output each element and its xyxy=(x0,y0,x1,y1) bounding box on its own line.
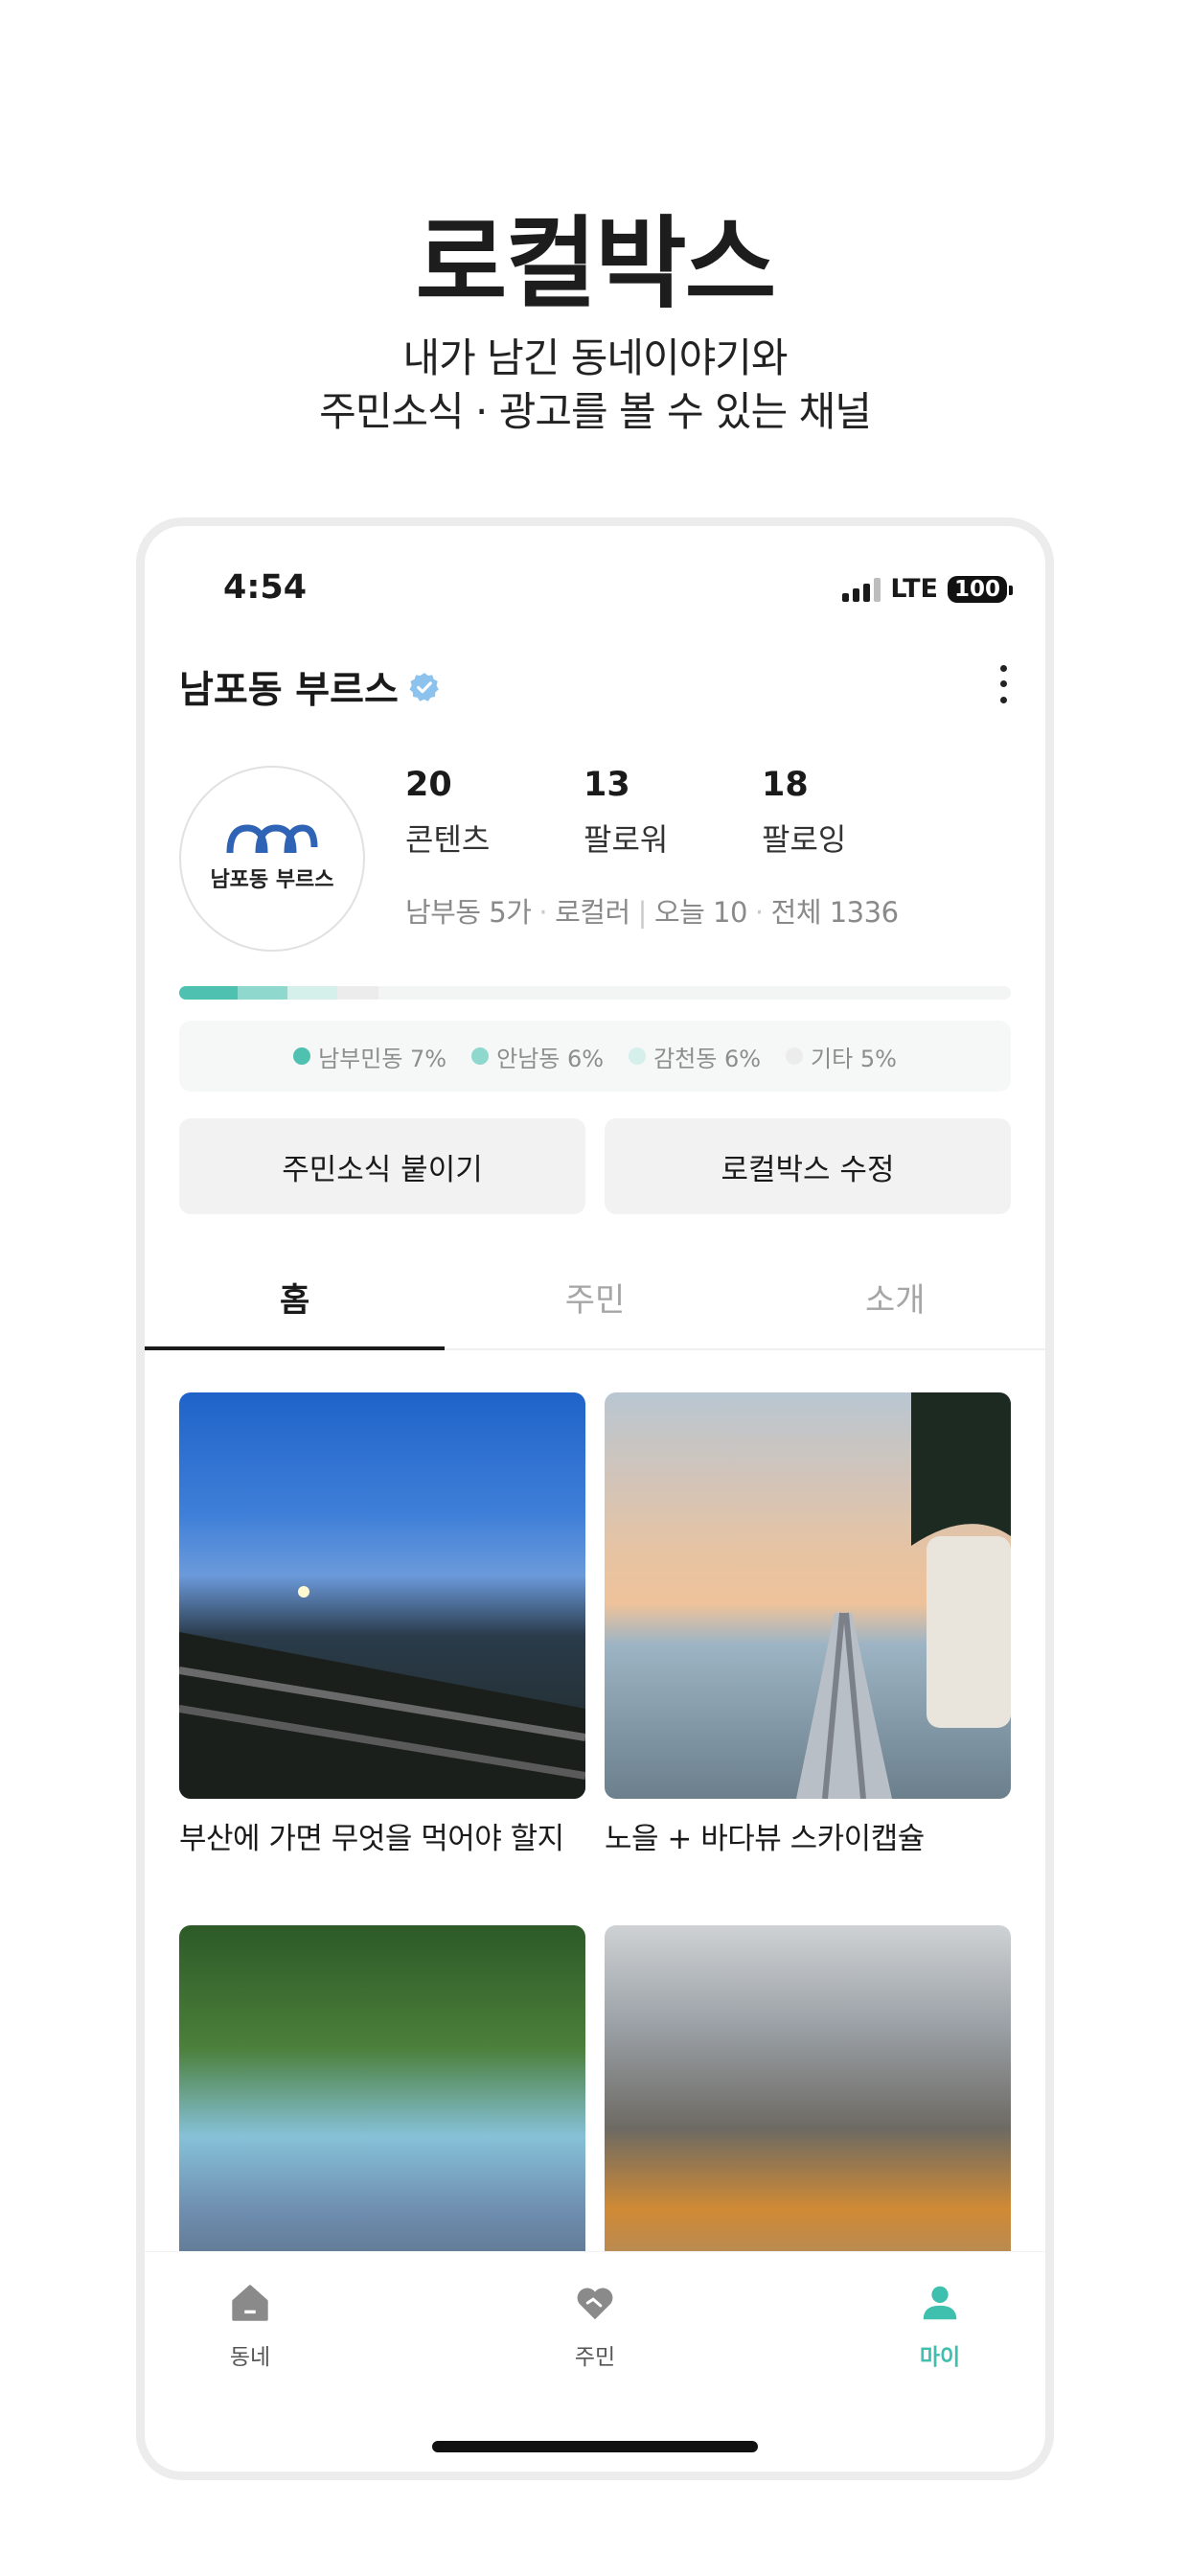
post-caption: 노을 + 바다뷰 스카이캡슐 xyxy=(605,1822,925,1856)
person-icon xyxy=(923,2286,957,2320)
legend-item: 안남동 6% xyxy=(471,1040,604,1073)
stat-label: 팔로잉 xyxy=(762,821,847,858)
tab-home[interactable]: 홈 xyxy=(145,1245,446,1350)
neighborhood-distribution-legend: 남부민동 7% 안남동 6% 감천동 6% 기타 5% xyxy=(179,1021,1011,1092)
network-label: LTE xyxy=(890,574,938,604)
distribution-segment xyxy=(336,986,379,1000)
stat-value: 18 xyxy=(762,766,809,804)
avatar-logo-text: 남포동 부르스 xyxy=(210,868,334,892)
post-card[interactable]: 부산에 가면 무엇을 먹어야 할지 xyxy=(179,1392,585,1857)
hero-subtitle-line2: 주민소식 · 광고를 볼 수 있는 채널 xyxy=(319,388,872,435)
stat-label: 콘텐츠 xyxy=(405,821,491,858)
legend-dot-icon xyxy=(293,1047,311,1065)
phone-frame: 4:54 LTE 100 남포동 부르스 남포동 부르스 20 콘텐츠 13 팔… xyxy=(136,518,1054,2480)
post-card[interactable]: 노을 + 바다뷰 스카이캡슐 xyxy=(605,1392,1011,1857)
legend-label: 안남동 6% xyxy=(496,1045,605,1072)
profile-tabs: 홈 주민 소개 xyxy=(145,1245,1045,1350)
hero-title: 로컬박스 xyxy=(415,205,777,322)
meta-today: 오늘 10 xyxy=(653,896,747,929)
legend-dot-icon xyxy=(471,1047,490,1065)
status-time: 4:54 xyxy=(223,568,308,607)
nav-label: 동네 xyxy=(229,2345,271,2370)
distribution-segment xyxy=(237,986,287,1000)
status-bar: 4:54 LTE 100 xyxy=(145,568,1045,616)
legend-label: 기타 5% xyxy=(811,1045,897,1072)
legend-label: 남부민동 7% xyxy=(318,1045,447,1072)
edit-localbox-button[interactable]: 로컬박스 수정 xyxy=(605,1118,1011,1214)
legend-dot-icon xyxy=(786,1047,804,1065)
stat-following[interactable]: 18 팔로잉 xyxy=(762,766,940,860)
stat-followers[interactable]: 13 팔로워 xyxy=(584,766,762,860)
wave-logo-icon xyxy=(226,824,318,854)
legend-label: 감천동 6% xyxy=(653,1045,762,1072)
tab-residents[interactable]: 주민 xyxy=(445,1245,744,1348)
signal-icon xyxy=(842,577,881,602)
stat-value: 13 xyxy=(584,766,630,804)
post-image xyxy=(605,1392,1011,1799)
nav-neighborhood[interactable]: 동네 xyxy=(193,2281,308,2371)
stat-value: 20 xyxy=(405,766,452,804)
legend-item: 감천동 6% xyxy=(629,1040,761,1073)
tab-about[interactable]: 소개 xyxy=(745,1245,1045,1348)
neighborhood-distribution-bar xyxy=(179,986,1011,1000)
avatar[interactable]: 남포동 부르스 xyxy=(179,766,365,952)
post-news-button[interactable]: 주민소식 붙이기 xyxy=(179,1118,585,1214)
legend-dot-icon xyxy=(629,1047,647,1065)
profile-name: 남포동 부르스 xyxy=(179,660,441,714)
nav-residents[interactable]: 주민 xyxy=(538,2281,652,2371)
meta-total: 전체 1336 xyxy=(770,896,899,929)
bottom-navigation: 동네 주민 마이 xyxy=(145,2251,1045,2472)
home-icon xyxy=(232,2285,268,2321)
nav-my[interactable]: 마이 xyxy=(882,2281,997,2371)
battery-icon: 100 xyxy=(947,575,1014,603)
more-options-icon[interactable] xyxy=(994,660,1013,708)
stat-label: 팔로워 xyxy=(584,821,669,858)
post-caption: 부산에 가면 무엇을 먹어야 할지 xyxy=(179,1822,564,1856)
legend-item: 기타 5% xyxy=(786,1040,897,1073)
stat-contents[interactable]: 20 콘텐츠 xyxy=(405,766,584,860)
meta-role: 로컬러 xyxy=(555,896,630,929)
nav-label: 마이 xyxy=(919,2345,961,2370)
nav-label: 주민 xyxy=(574,2345,616,2370)
distribution-segment xyxy=(286,986,337,1000)
verified-badge-icon xyxy=(409,673,439,702)
post-image xyxy=(179,1392,585,1799)
legend-item: 남부민동 7% xyxy=(293,1040,446,1073)
profile-name-text: 남포동 부르스 xyxy=(179,669,399,712)
profile-meta: 남부동 5가 · 로컬러 | 오늘 10 · 전체 1336 xyxy=(405,896,899,929)
heart-handshake-icon xyxy=(577,2288,613,2320)
hero-subtitle-line1: 내가 남긴 동네이야기와 xyxy=(402,334,788,381)
meta-location: 남부동 5가 xyxy=(405,896,532,929)
distribution-segment xyxy=(179,986,238,1000)
home-indicator xyxy=(432,2441,758,2452)
profile-stats: 20 콘텐츠 13 팔로워 18 팔로잉 xyxy=(405,766,940,860)
